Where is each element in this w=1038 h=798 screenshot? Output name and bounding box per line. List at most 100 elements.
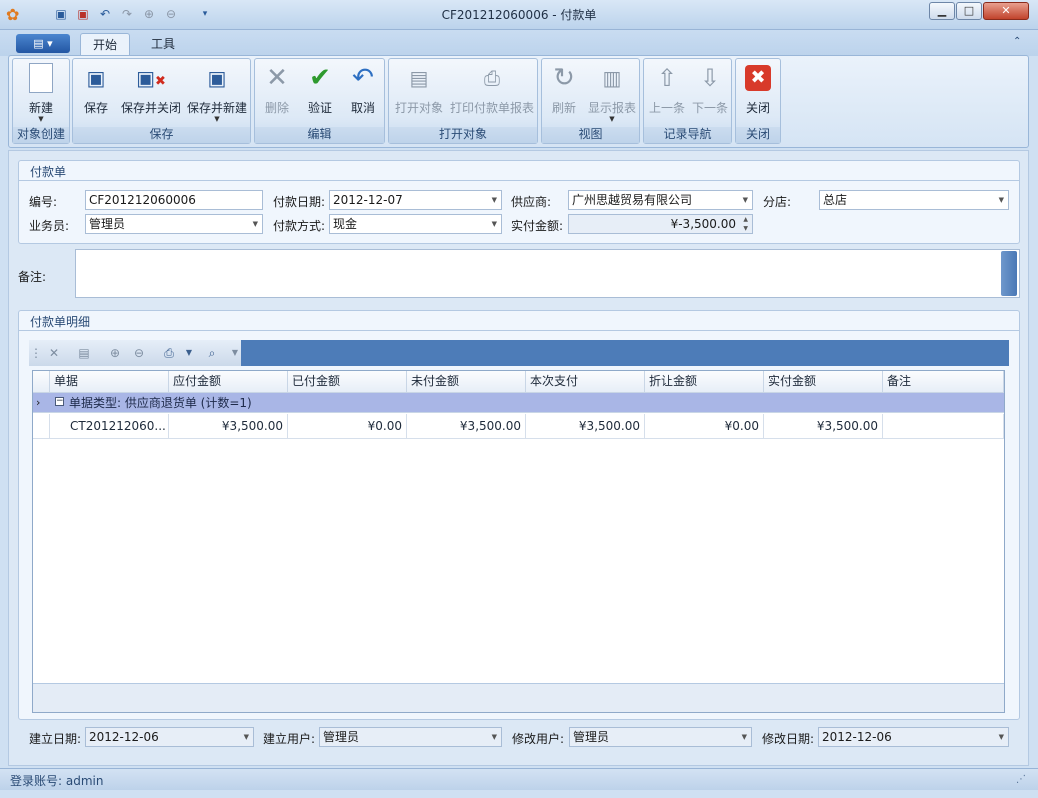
table-cell[interactable]: ¥0.00 bbox=[645, 414, 764, 439]
date-picker[interactable]: 2012-12-07 ▼ bbox=[329, 190, 502, 210]
table-cell[interactable]: CT201212060... bbox=[50, 414, 169, 439]
chevron-down-icon[interactable]: ▼ bbox=[492, 728, 497, 746]
table-cell[interactable]: ¥0.00 bbox=[288, 414, 407, 439]
chevron-down-icon[interactable]: ▼ bbox=[492, 191, 497, 209]
table-cell[interactable]: ¥3,500.00 bbox=[764, 414, 883, 439]
divider bbox=[19, 330, 1019, 331]
close-button[interactable]: ✖ 关闭 bbox=[740, 63, 776, 116]
table-cell[interactable] bbox=[883, 414, 1004, 439]
modified-user-field[interactable]: 管理员 ▼ bbox=[569, 727, 752, 747]
group-object-create: 对象创建 新建 ▼ bbox=[12, 58, 70, 144]
show-report-label: 显示报表 bbox=[587, 101, 636, 115]
down-circle-icon: ⇩ bbox=[699, 64, 721, 92]
cancel-button[interactable]: ↶ 取消 bbox=[345, 63, 381, 116]
row-pointer-icon: › bbox=[36, 396, 41, 409]
column-header[interactable]: 备注 bbox=[883, 371, 1004, 393]
open-object-button[interactable]: ▤ 打开对象 bbox=[393, 63, 445, 116]
salesman-label: 业务员: bbox=[29, 219, 70, 233]
window-close-button[interactable]: ✕ bbox=[983, 2, 1029, 20]
row-indicator[interactable] bbox=[33, 414, 50, 439]
tab-tools[interactable]: 工具 bbox=[140, 33, 186, 56]
column-header[interactable]: 实付金额 bbox=[764, 371, 883, 393]
salesman-select[interactable]: 管理员 ▼ bbox=[85, 214, 263, 234]
next-button[interactable]: ⇩ 下一条 bbox=[689, 63, 731, 116]
chevron-down-icon[interactable]: ▼ bbox=[180, 345, 198, 361]
new-button[interactable]: 新建 ▼ bbox=[13, 63, 69, 123]
modified-date-field[interactable]: 2012-12-06 ▼ bbox=[818, 727, 1009, 747]
chevron-down-icon[interactable]: ▼ bbox=[226, 345, 244, 361]
chevron-down-icon[interactable]: ▼ bbox=[999, 191, 1004, 209]
refresh-label: 刷新 bbox=[551, 101, 576, 115]
chevron-down-icon[interactable]: ▼ bbox=[244, 728, 249, 746]
method-value: 现金 bbox=[333, 217, 358, 231]
validate-label: 验证 bbox=[307, 101, 332, 115]
previous-label: 上一条 bbox=[648, 101, 685, 115]
window-title: CF201212060006 - 付款单 bbox=[441, 8, 597, 22]
number-input[interactable]: CF201212060006 bbox=[85, 190, 263, 210]
delete-button[interactable]: ✕ 删除 bbox=[259, 63, 295, 116]
remark-scrollbar[interactable] bbox=[1001, 251, 1017, 296]
table-cell[interactable]: ¥3,500.00 bbox=[169, 414, 288, 439]
save-button[interactable]: ▣ 保存 bbox=[79, 63, 113, 116]
supplier-label: 供应商: bbox=[511, 195, 552, 209]
chevron-down-icon[interactable]: ▼ bbox=[492, 215, 497, 233]
supplier-select[interactable]: 广州思越贸易有限公司 ▼ bbox=[568, 190, 753, 210]
chevron-down-icon[interactable]: ▼ bbox=[253, 215, 258, 233]
save-close-button[interactable]: ▣✖ 保存并关闭 bbox=[120, 63, 182, 116]
actual-amount-field[interactable]: ¥-3,500.00 ▲ ▼ bbox=[568, 214, 753, 234]
previous-button[interactable]: ⇧ 上一条 bbox=[646, 63, 688, 116]
export-icon[interactable]: ⎙ bbox=[160, 345, 178, 361]
minimize-button[interactable]: ▁ bbox=[929, 2, 955, 20]
method-select[interactable]: 现金 ▼ bbox=[329, 214, 502, 234]
remark-textarea[interactable] bbox=[75, 249, 1020, 298]
created-date-field[interactable]: 2012-12-06 ▼ bbox=[85, 727, 254, 747]
clipboard-icon: ▥ bbox=[602, 66, 622, 90]
branch-select[interactable]: 总店 ▼ bbox=[819, 190, 1009, 210]
created-user-field[interactable]: 管理员 ▼ bbox=[319, 727, 502, 747]
salesman-value: 管理员 bbox=[89, 217, 126, 231]
validate-button[interactable]: ✔ 验证 bbox=[302, 63, 338, 116]
spin-icon[interactable]: ▲ ▼ bbox=[743, 215, 748, 233]
column-header[interactable]: 本次支付 bbox=[526, 371, 645, 393]
collapse-icon[interactable]: − bbox=[55, 397, 64, 406]
chevron-down-icon[interactable]: ▼ bbox=[742, 728, 747, 746]
modified-date-label: 修改日期: bbox=[762, 732, 815, 746]
close-label: 关闭 bbox=[745, 101, 770, 115]
chevron-down-icon[interactable]: ▼ bbox=[743, 191, 748, 209]
date-value: 2012-12-07 bbox=[333, 193, 403, 207]
branch-label: 分店: bbox=[763, 195, 792, 209]
collapse-ribbon-icon[interactable]: ⌃ bbox=[1013, 36, 1021, 47]
chevron-down-icon[interactable]: ▼ bbox=[999, 728, 1004, 746]
column-header[interactable]: 未付金额 bbox=[407, 371, 526, 393]
group-close: 关闭 ✖ 关闭 bbox=[735, 58, 781, 144]
printer-icon: ⎙ bbox=[484, 66, 500, 90]
column-header[interactable]: 已付金额 bbox=[288, 371, 407, 393]
refresh-button[interactable]: ↻ 刷新 bbox=[546, 63, 582, 116]
resize-grip-icon[interactable]: ⋰ bbox=[1016, 774, 1026, 785]
save-new-button[interactable]: ▣ 保存并新建 ▼ bbox=[186, 63, 248, 123]
next-label: 下一条 bbox=[691, 101, 728, 115]
table-cell[interactable]: ¥3,500.00 bbox=[526, 414, 645, 439]
move-down-icon[interactable]: ⊖ bbox=[130, 345, 148, 361]
move-up-icon[interactable]: ⊕ bbox=[106, 345, 124, 361]
table-cell[interactable]: ¥3,500.00 bbox=[407, 414, 526, 439]
column-header[interactable]: 应付金额 bbox=[169, 371, 288, 393]
group-label: 保存 bbox=[73, 127, 250, 143]
modified-date-value: 2012-12-06 bbox=[822, 730, 892, 744]
column-header[interactable]: 单据 bbox=[50, 371, 169, 393]
remark-label: 备注: bbox=[18, 270, 47, 284]
up-circle-icon: ⇧ bbox=[656, 64, 678, 92]
find-icon[interactable]: ⌕ bbox=[203, 345, 221, 361]
maximize-button[interactable]: □ bbox=[956, 2, 982, 20]
app-menu-button[interactable]: ▤ ▾ bbox=[16, 34, 70, 53]
tab-start[interactable]: 开始 bbox=[80, 33, 130, 56]
print-report-button[interactable]: ⎙ 打印付款单报表 bbox=[448, 63, 536, 116]
column-header[interactable]: 折让金额 bbox=[645, 371, 764, 393]
open-object-icon: ▤ bbox=[409, 66, 429, 90]
check-icon: ✔ bbox=[309, 63, 331, 93]
show-report-button[interactable]: ▥ 显示报表 ▼ bbox=[585, 63, 639, 123]
grid-list-icon[interactable]: ▤ bbox=[75, 345, 93, 361]
group-label: 对象创建 bbox=[13, 127, 69, 143]
delete-row-icon[interactable]: ✕ bbox=[45, 345, 63, 361]
refresh-icon: ↻ bbox=[553, 63, 575, 93]
